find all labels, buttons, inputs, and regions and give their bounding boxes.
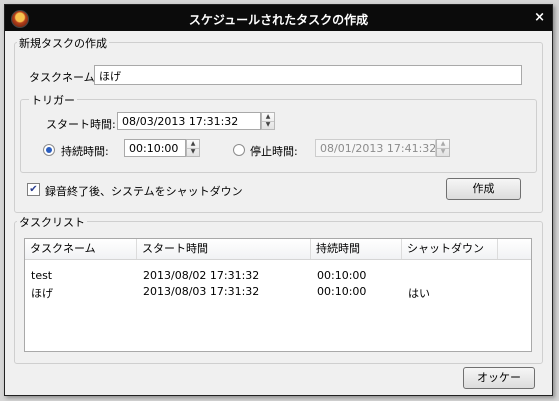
create-button[interactable]: 作成 xyxy=(446,178,521,200)
spin-down-icon[interactable]: ▼ xyxy=(437,148,449,156)
task-list-group-label: タスクリスト xyxy=(17,214,87,230)
shutdown-checkbox-label[interactable]: 録音終了後、システムをシャットダウン xyxy=(45,183,243,199)
stop-time-spinner[interactable]: ▲ ▼ xyxy=(436,139,450,157)
spin-down-icon[interactable]: ▼ xyxy=(262,121,274,129)
ok-button[interactable]: オッケー xyxy=(463,367,535,389)
column-header-start-time[interactable]: スタート時間 xyxy=(137,239,311,259)
start-time-label: スタート時間: xyxy=(46,118,116,131)
column-header-task-name[interactable]: タスクネーム xyxy=(25,239,137,259)
start-time-input[interactable]: 08/03/2013 17:31:32 xyxy=(117,112,261,130)
cell-task-name: ほげ xyxy=(31,287,53,300)
task-name-input[interactable]: ほげ xyxy=(94,65,522,85)
stop-time-radio[interactable] xyxy=(233,144,245,156)
title-bar[interactable]: スケジュールされたタスクの作成 × xyxy=(5,5,552,31)
task-list-header: タスクネーム スタート時間 持続時間 シャットダウン xyxy=(25,239,531,260)
cell-duration: 00:10:00 xyxy=(317,285,367,298)
duration-label: 持続時間: xyxy=(61,145,109,158)
cell-shutdown: はい xyxy=(408,287,430,300)
new-task-group-label: 新規タスクの作成 xyxy=(17,35,109,51)
cell-duration: 00:10:00 xyxy=(317,269,367,282)
duration-input[interactable]: 00:10:00 xyxy=(124,139,186,157)
cell-task-name: test xyxy=(31,269,53,282)
duration-spinner[interactable]: ▲ ▼ xyxy=(186,139,200,157)
stop-time-input[interactable]: 08/01/2013 17:41:32 xyxy=(315,139,436,157)
cell-start-time: 2013/08/02 17:31:32 xyxy=(143,269,260,282)
scheduled-task-dialog: スケジュールされたタスクの作成 × 新規タスクの作成 タスクネーム: ほげ トリ… xyxy=(4,4,553,396)
cell-start-time: 2013/08/03 17:31:32 xyxy=(143,285,260,298)
task-name-label: タスクネーム: xyxy=(29,71,99,84)
close-icon[interactable]: × xyxy=(534,10,545,25)
duration-radio[interactable] xyxy=(43,144,55,156)
shutdown-checkbox[interactable]: ✔ xyxy=(27,183,40,196)
window-title: スケジュールされたタスクの作成 xyxy=(188,13,369,27)
stop-time-label: 停止時間: xyxy=(250,145,298,158)
column-header-duration[interactable]: 持続時間 xyxy=(311,239,402,259)
trigger-group xyxy=(20,99,537,173)
trigger-group-label: トリガー xyxy=(29,92,77,108)
start-time-spinner[interactable]: ▲ ▼ xyxy=(261,112,275,130)
task-list[interactable]: タスクネーム スタート時間 持続時間 シャットダウン test 2013/08/… xyxy=(24,238,532,352)
column-header-shutdown[interactable]: シャットダウン xyxy=(402,239,498,259)
spin-down-icon[interactable]: ▼ xyxy=(187,148,199,156)
